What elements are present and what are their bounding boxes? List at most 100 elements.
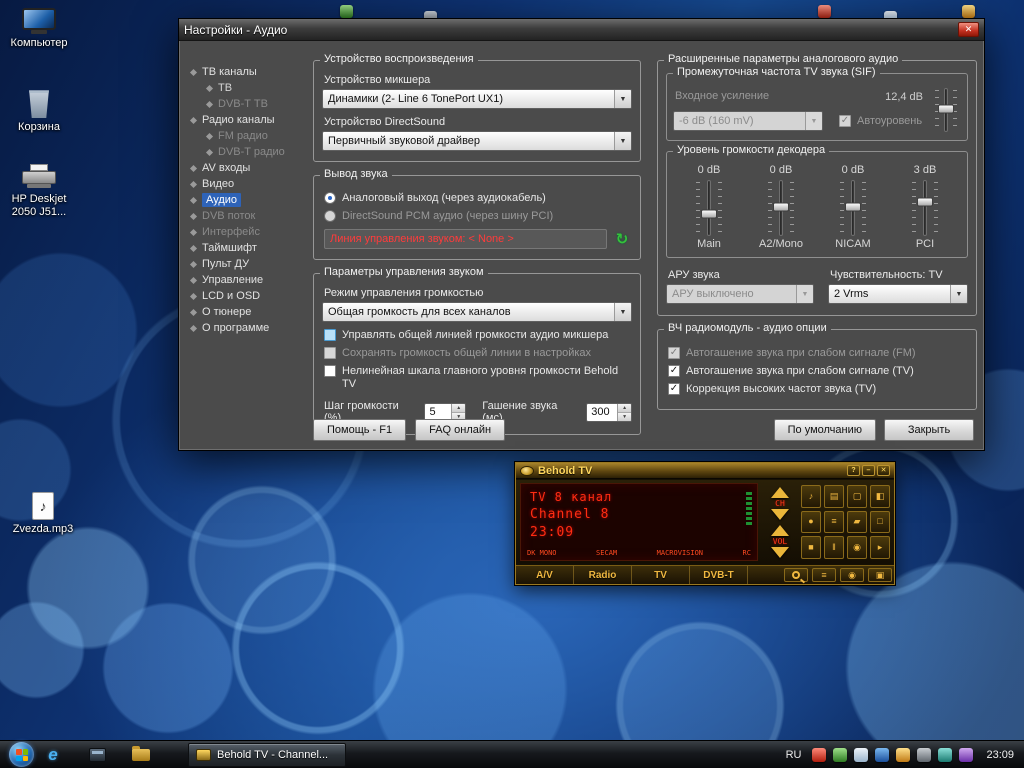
player-minimize-button[interactable]: – [862,465,875,476]
tray-icon-5[interactable] [896,748,910,762]
tree-item-fm-radio[interactable]: FM радио [189,128,311,144]
play-button[interactable]: ▸ [870,536,890,559]
window-app-icon[interactable] [86,744,108,766]
close-button[interactable]: Закрыть [884,419,974,441]
slider-handle[interactable] [701,209,717,218]
slider-handle[interactable] [917,198,933,207]
sif-gain-slider[interactable] [935,88,957,132]
snapshot-button[interactable]: ◉ [847,536,867,559]
agc-select[interactable]: АРУ выключено ▼ [666,284,814,304]
folder-icon[interactable] [130,744,152,766]
tab-dvbt[interactable]: DVB-T [690,566,748,584]
desktop-icon-computer[interactable]: Компьютер [4,8,74,50]
tree-item-tv[interactable]: ТВ [189,80,311,96]
mute-button[interactable]: ♪ [801,485,821,508]
master-line-checkbox[interactable] [324,329,336,341]
volume-icon[interactable] [959,748,973,762]
tree-item-interface[interactable]: Интерфейс [189,224,311,240]
volume-down-button[interactable] [771,547,789,558]
desktop-icon-recycle-bin[interactable]: Корзина [4,88,74,134]
decoder-slider-a2mono[interactable] [768,180,794,236]
hf-correction-checkbox[interactable]: ✓ [668,383,680,395]
tray-icon-6[interactable] [917,748,931,762]
window-shade-button[interactable]: ▣ [868,568,892,582]
tree-item-dvbt-radio[interactable]: DVB-T радио [189,144,311,160]
tray-icon-1[interactable] [812,748,826,762]
tree-item-about-tuner[interactable]: О тюнере [189,304,311,320]
desktop-shortcut-icon[interactable] [818,5,831,18]
autolevel-checkbox[interactable]: ✓ [839,115,851,127]
channel-up-button[interactable] [771,487,789,498]
tree-item-timeshift[interactable]: Таймшифт [189,240,311,256]
pause-button[interactable]: ‖ [824,536,844,559]
decoder-slider-pci[interactable] [912,180,938,236]
tree-item-about-program[interactable]: О программе [189,320,311,336]
fm-autosquelch-checkbox[interactable]: ✓ [668,347,680,359]
directsound-device-select[interactable]: Первичный звуковой драйвер ▼ [322,131,632,151]
desktop-shortcut-icon[interactable] [962,5,975,18]
player-titlebar[interactable]: Behold TV ? – ✕ [516,463,894,479]
faq-online-button[interactable]: FAQ онлайн [415,419,505,441]
decoder-slider-nicam[interactable] [840,180,866,236]
teletext-button[interactable]: ▤ [824,485,844,508]
spin-down-icon[interactable]: ▼ [618,413,631,421]
start-button[interactable] [9,742,34,767]
player-help-button[interactable]: ? [847,465,860,476]
tree-item-remote[interactable]: Пульт ДУ [189,256,311,272]
desktop-icon-zvezda-mp3[interactable]: ♪ Zvezda.mp3 [8,492,78,536]
spin-up-icon[interactable]: ▲ [452,404,465,413]
decoder-slider-main[interactable] [696,180,722,236]
player-close-button[interactable]: ✕ [877,465,890,476]
network-icon[interactable] [938,748,952,762]
osd-button[interactable]: ▢ [847,485,867,508]
tree-item-tv-channels[interactable]: ТВ каналы [189,64,311,80]
help-button[interactable]: Помощь - F1 [313,419,406,441]
sensitivity-select[interactable]: 2 Vrms ▼ [828,284,968,304]
pcm-output-radio[interactable] [324,210,336,222]
tree-item-audio-selected[interactable]: Аудио [189,192,311,208]
slider-handle[interactable] [845,202,861,211]
tree-item-radio-channels[interactable]: Радио каналы [189,112,311,128]
save-volume-checkbox[interactable] [324,347,336,359]
mixer-device-select[interactable]: Динамики (2- Line 6 TonePort UX1) ▼ [322,89,632,109]
stop-button[interactable]: ■ [801,536,821,559]
tray-icon-2[interactable] [833,748,847,762]
tray-icon-3[interactable] [854,748,868,762]
record-indicator-button[interactable]: ◉ [840,568,864,582]
desktop-shortcut-icon[interactable] [340,5,353,18]
language-indicator[interactable]: RU [786,749,802,761]
tree-item-dvb-stream[interactable]: DVB поток [189,208,311,224]
tree-item-lcd-osd[interactable]: LCD и OSD [189,288,311,304]
refresh-sound-line-button[interactable]: ↻ [612,229,632,249]
internet-explorer-icon[interactable]: e [42,744,64,766]
dialog-titlebar[interactable]: Настройки - Аудио ✕ [179,19,984,41]
mixer-button[interactable]: ▰ [847,511,867,534]
analog-output-radio[interactable] [324,192,336,204]
mute-delay-spinner[interactable]: 300 ▲▼ [586,403,632,422]
input-gain-select[interactable]: -6 dB (160 mV) ▼ [673,111,823,131]
volume-up-button[interactable] [771,525,789,536]
desktop-icon-printer[interactable]: HP Deskjet 2050 J51... [4,164,74,219]
zoom-button[interactable] [784,568,808,582]
volume-mode-select[interactable]: Общая громкость для всех каналов ▼ [322,302,632,322]
channel-down-button[interactable] [771,509,789,520]
fullscreen-button[interactable]: □ [870,511,890,534]
equalizer-button[interactable]: ≡ [812,568,836,582]
taskbar-button-behold-tv[interactable]: Behold TV - Channel... [188,743,346,767]
record-button[interactable]: ● [801,511,821,534]
dialog-close-button[interactable]: ✕ [958,22,979,37]
slider-handle[interactable] [938,105,954,114]
tree-item-av-inputs[interactable]: AV входы [189,160,311,176]
nonlinear-scale-checkbox[interactable] [324,365,336,377]
spin-up-icon[interactable]: ▲ [618,404,631,413]
tree-item-control[interactable]: Управление [189,272,311,288]
defaults-button[interactable]: По умолчанию [774,419,876,441]
tab-av[interactable]: A/V [516,566,574,584]
tab-radio[interactable]: Radio [574,566,632,584]
tray-icon-4[interactable] [875,748,889,762]
tree-item-dvbt-tv[interactable]: DVB-T ТВ [189,96,311,112]
tv-autosquelch-checkbox[interactable]: ✓ [668,365,680,377]
playlist-button[interactable]: ≡ [824,511,844,534]
tree-item-video[interactable]: Видео [189,176,311,192]
video-source-button[interactable]: ◧ [870,485,890,508]
